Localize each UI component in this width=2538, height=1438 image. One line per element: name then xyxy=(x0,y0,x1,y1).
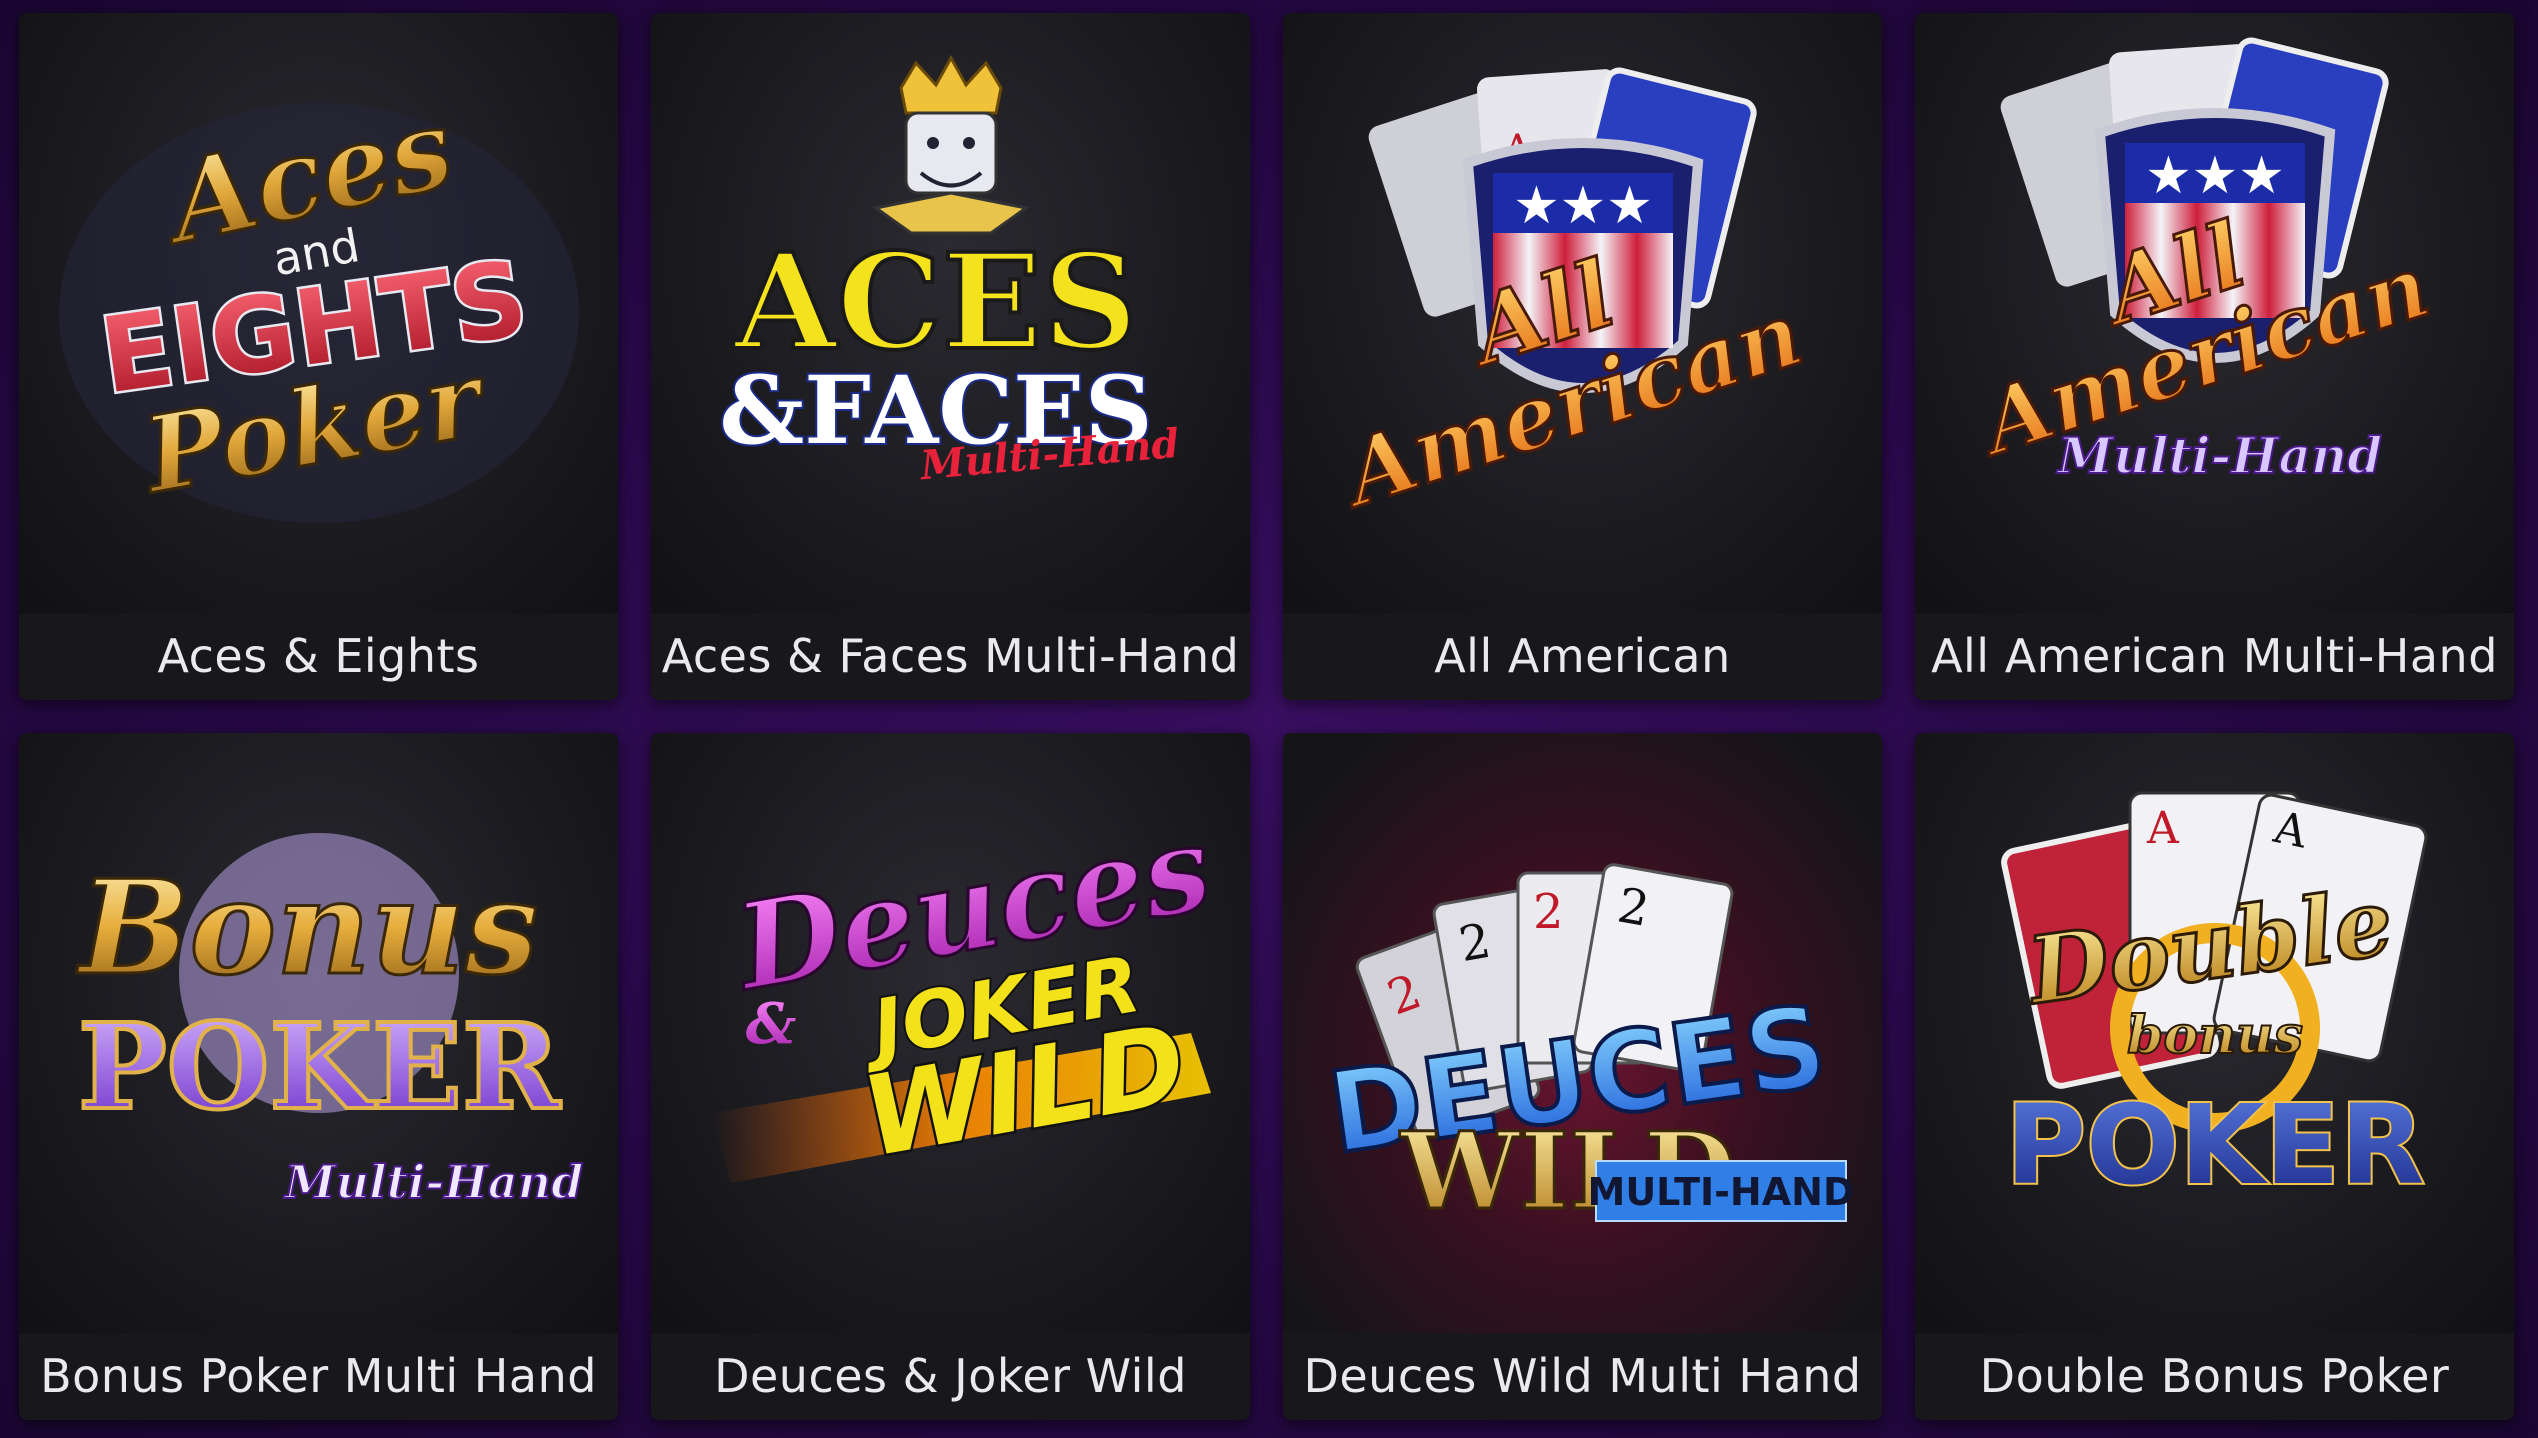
game-logo-deuces-wild: 2 2 2 2 DEUCES WILD MULTI-HAND xyxy=(1283,733,1882,1333)
game-logo-aces-eights: Aces and EIGHTS Poker xyxy=(19,13,618,613)
game-logo-all-american: A ★★★ All American xyxy=(1283,13,1882,613)
game-title: Aces & Eights xyxy=(19,613,618,700)
game-tile-all-american[interactable]: A ★★★ All American All American xyxy=(1283,13,1882,700)
game-grid: Aces and EIGHTS Poker Aces & Eights ACES… xyxy=(0,0,2538,1438)
game-tile-aces-faces-multi-hand[interactable]: ACES &FACES Multi-Hand Aces & Faces Mult… xyxy=(651,13,1250,700)
game-logo-bonus-poker: Bonus POKER Multi-Hand xyxy=(19,733,618,1333)
game-tile-deuces-wild-multi-hand[interactable]: 2 2 2 2 DEUCES WILD MULTI-HAND Deuces Wi… xyxy=(1283,733,1882,1420)
svg-text:A: A xyxy=(2146,803,2180,854)
game-tile-aces-eights[interactable]: Aces and EIGHTS Poker Aces & Eights xyxy=(19,13,618,700)
game-logo-double-bonus-poker: A A Double bonus POKER xyxy=(1915,733,2514,1333)
logo-line2: & xyxy=(746,991,797,1057)
game-tile-bonus-poker-multi-hand[interactable]: Bonus POKER Multi-Hand Bonus Poker Multi… xyxy=(19,733,618,1420)
game-title: Bonus Poker Multi Hand xyxy=(19,1333,618,1420)
logo-line3: Multi-Hand xyxy=(2056,426,2383,485)
logo-line3: MULTI-HAND xyxy=(1588,1170,1855,1214)
logo-line1: Bonus xyxy=(76,851,539,1004)
logo-line2: bonus xyxy=(2127,1005,2303,1066)
logo-line3: Multi-Hand xyxy=(283,1155,584,1209)
svg-text:★★★: ★★★ xyxy=(1513,176,1653,236)
game-logo-all-american-multi-hand: ★★★ All American Multi-Hand xyxy=(1915,13,2514,613)
game-tile-all-american-multi-hand[interactable]: ★★★ All American Multi-Hand All American… xyxy=(1915,13,2514,700)
game-title: Deuces & Joker Wild xyxy=(651,1333,1250,1420)
king-card-icon xyxy=(872,54,1030,235)
game-title: All American Multi-Hand xyxy=(1915,613,2514,700)
game-title: Double Bonus Poker xyxy=(1915,1333,2514,1420)
svg-text:2: 2 xyxy=(1533,884,1564,940)
logo-line3: POKER xyxy=(2005,1081,2424,1209)
logo-line2: POKER xyxy=(78,997,561,1136)
game-logo-deuces-joker-wild: Deuces & JOKER WILD xyxy=(651,733,1250,1333)
game-tile-double-bonus-poker[interactable]: A A Double bonus POKER Double Bonus Poke… xyxy=(1915,733,2514,1420)
game-title: Deuces Wild Multi Hand xyxy=(1283,1333,1882,1420)
game-title: Aces & Faces Multi-Hand xyxy=(651,613,1250,700)
svg-text:★★★: ★★★ xyxy=(2145,146,2285,206)
game-tile-deuces-joker-wild[interactable]: Deuces & JOKER WILD Deuces & Joker Wild xyxy=(651,733,1250,1420)
game-title: All American xyxy=(1283,613,1882,700)
game-logo-aces-faces: ACES &FACES Multi-Hand xyxy=(651,13,1250,613)
